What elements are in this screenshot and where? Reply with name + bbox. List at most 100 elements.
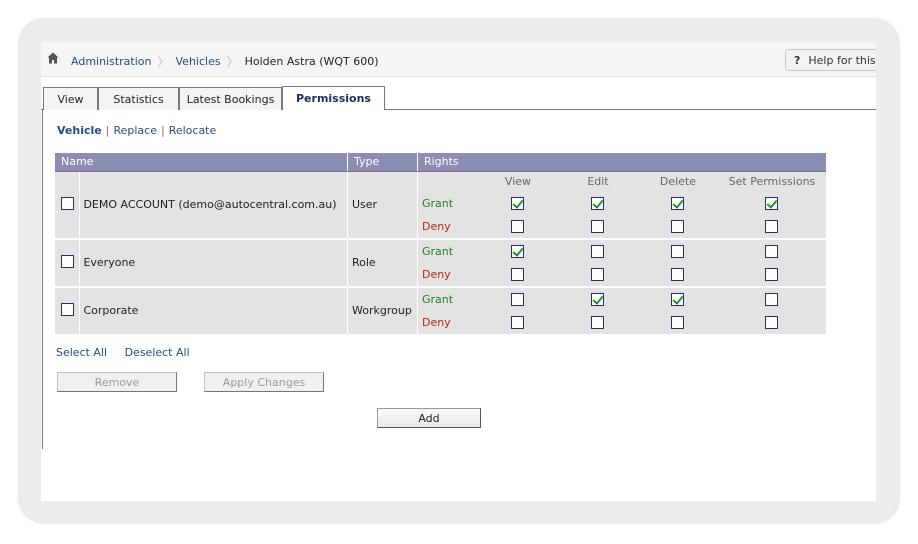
grant-view-checkbox[interactable] xyxy=(511,292,525,306)
grant-label: Grant xyxy=(421,244,454,258)
subnav-vehicle[interactable]: Vehicle xyxy=(57,124,102,137)
subnav-replace[interactable]: Replace xyxy=(113,124,157,137)
deny-delete-checkbox[interactable] xyxy=(671,267,685,281)
grant-set-permissions-checkbox[interactable] xyxy=(765,244,779,258)
grant-label: Grant xyxy=(421,292,454,306)
rights-column-header: Edit xyxy=(587,174,609,188)
breadcrumb-vehicles[interactable]: Vehicles xyxy=(176,55,221,68)
rights-column-header: Delete xyxy=(659,174,697,188)
grant-cell xyxy=(638,288,718,311)
tab-latest-bookings[interactable]: Latest Bookings xyxy=(179,87,282,110)
grant-edit-checkbox[interactable] xyxy=(591,292,605,306)
grant-cell xyxy=(718,288,826,311)
grant-cell xyxy=(718,192,826,215)
grant-cell xyxy=(558,240,638,263)
deny-edit-checkbox[interactable] xyxy=(591,219,605,233)
deny-cell xyxy=(558,311,638,334)
deny-set-permissions-checkbox[interactable] xyxy=(765,267,779,281)
row-name: Corporate xyxy=(79,286,348,336)
grant-view-checkbox[interactable] xyxy=(511,196,525,210)
deny-label: Deny xyxy=(421,219,451,233)
grant-cell xyxy=(718,240,826,263)
breadcrumb-bar: Administration 〉 Vehicles 〉 Holden Astra… xyxy=(41,42,876,77)
rights-grid: Grant Deny xyxy=(418,288,826,334)
grant-delete-checkbox[interactable] xyxy=(671,196,685,210)
help-icon: ? xyxy=(794,54,801,67)
rights-column-header: Set Permissions xyxy=(728,174,816,188)
select-all-link[interactable]: Select All xyxy=(56,346,107,359)
grant-cell xyxy=(558,288,638,311)
deny-cell xyxy=(718,215,826,238)
grant-cell xyxy=(478,288,558,311)
table-row: DEMO ACCOUNT (demo@autocentral.com.au) Us… xyxy=(55,171,826,240)
tab-statistics[interactable]: Statistics xyxy=(98,87,179,110)
grant-edit-checkbox[interactable] xyxy=(591,196,605,210)
table-header-row: Name Type Rights xyxy=(55,153,826,172)
grant-delete-checkbox[interactable] xyxy=(671,292,685,306)
grant-cell xyxy=(638,240,718,263)
rights-grid: Grant Deny xyxy=(418,240,826,286)
subnav-relocate[interactable]: Relocate xyxy=(169,124,217,137)
deny-delete-checkbox[interactable] xyxy=(671,219,685,233)
row-select-checkbox[interactable] xyxy=(60,196,74,210)
rights-header-spacer xyxy=(418,172,478,192)
row-select-checkbox[interactable] xyxy=(60,254,74,268)
subnav: Vehicle | Replace | Relocate xyxy=(57,124,216,137)
deny-label: Deny xyxy=(421,315,451,329)
grant-view-checkbox[interactable] xyxy=(511,244,525,258)
deny-cell xyxy=(478,263,558,286)
permissions-table: Name Type Rights DEMO ACCOUNT (demo@auto… xyxy=(55,153,826,336)
page-content: Administration 〉 Vehicles 〉 Holden Astra… xyxy=(41,42,876,501)
tab-permissions[interactable]: Permissions xyxy=(282,86,385,110)
deny-cell xyxy=(638,215,718,238)
help-label: Help for this p xyxy=(808,54,876,67)
home-icon[interactable] xyxy=(47,52,59,64)
deny-cell xyxy=(638,263,718,286)
subnav-separator: | xyxy=(160,124,165,137)
deselect-all-link[interactable]: Deselect All xyxy=(125,346,190,359)
row-select-cell xyxy=(55,286,81,336)
grant-edit-checkbox[interactable] xyxy=(591,244,605,258)
add-button[interactable]: Add xyxy=(377,408,481,428)
row-type: Role xyxy=(347,238,418,288)
deny-delete-checkbox[interactable] xyxy=(671,315,685,329)
deny-edit-checkbox[interactable] xyxy=(591,267,605,281)
grant-cell xyxy=(478,192,558,215)
deny-cell xyxy=(478,311,558,334)
apply-changes-button[interactable]: Apply Changes xyxy=(204,372,324,392)
deny-view-checkbox[interactable] xyxy=(511,267,525,281)
rights-column-header: View xyxy=(504,174,532,188)
deny-edit-checkbox[interactable] xyxy=(591,315,605,329)
permissions-table-body: DEMO ACCOUNT (demo@autocentral.com.au) Us… xyxy=(55,171,826,336)
help-button[interactable]: ? Help for this p xyxy=(785,49,876,71)
content-left-border xyxy=(42,109,43,449)
deny-view-checkbox[interactable] xyxy=(511,315,525,329)
grant-set-permissions-checkbox[interactable] xyxy=(765,292,779,306)
grant-cell xyxy=(638,192,718,215)
breadcrumb-administration[interactable]: Administration xyxy=(71,55,152,68)
deny-view-checkbox[interactable] xyxy=(511,219,525,233)
column-header-rights: Rights xyxy=(417,153,826,172)
tab-view[interactable]: View xyxy=(43,87,98,110)
row-type: Workgroup xyxy=(347,286,418,336)
rights-grid: View Edit Delete Set Permissions Grant Deny xyxy=(418,172,826,238)
selection-links: Select All Deselect All xyxy=(56,346,204,359)
deny-set-permissions-checkbox[interactable] xyxy=(765,315,779,329)
row-name: Everyone xyxy=(79,238,348,288)
grant-set-permissions-checkbox[interactable] xyxy=(765,196,779,210)
deny-set-permissions-checkbox[interactable] xyxy=(765,219,779,233)
row-rights: Grant Deny xyxy=(417,238,826,288)
deny-cell xyxy=(558,263,638,286)
deny-cell xyxy=(718,263,826,286)
grant-cell xyxy=(478,240,558,263)
remove-button[interactable]: Remove xyxy=(57,372,177,392)
table-row: Corporate Workgroup Grant Deny xyxy=(55,286,826,336)
deny-label: Deny xyxy=(421,267,451,281)
breadcrumb: Administration 〉 Vehicles 〉 Holden Astra… xyxy=(71,53,379,70)
grant-label: Grant xyxy=(421,196,454,210)
row-select-checkbox[interactable] xyxy=(60,302,74,316)
column-header-name: Name xyxy=(55,153,348,172)
row-name: DEMO ACCOUNT (demo@autocentral.com.au) xyxy=(79,171,348,240)
grant-delete-checkbox[interactable] xyxy=(671,244,685,258)
breadcrumb-current: Holden Astra (WQT 600) xyxy=(244,55,379,68)
